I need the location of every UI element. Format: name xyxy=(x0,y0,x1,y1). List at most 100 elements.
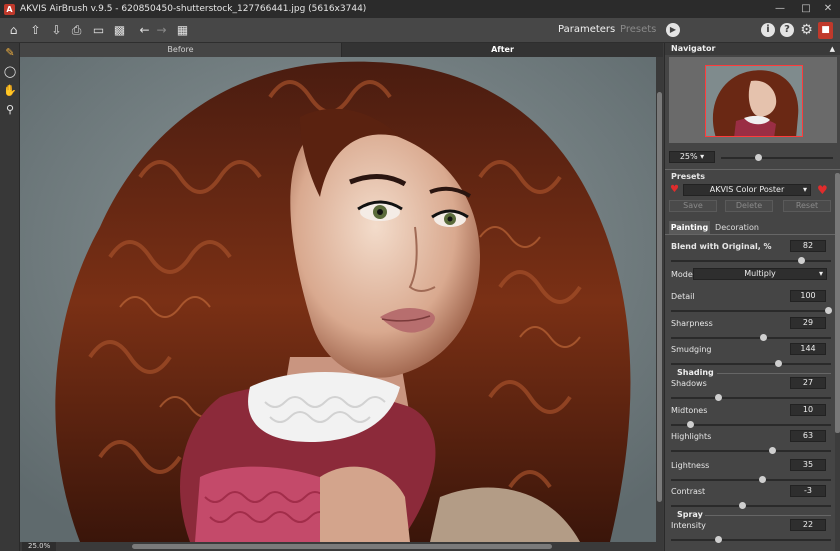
close-button[interactable]: ✕ xyxy=(816,0,840,18)
contrast-value-field[interactable]: -3 xyxy=(790,485,826,497)
minimize-button[interactable]: — xyxy=(768,0,792,18)
tab-painting[interactable]: Painting xyxy=(669,221,710,234)
slider-knob[interactable] xyxy=(715,394,722,401)
slider-knob[interactable] xyxy=(798,257,805,264)
divider xyxy=(665,234,835,235)
smudging-value-field[interactable]: 144 xyxy=(790,343,826,355)
canvas-horizontal-scrollbar[interactable] xyxy=(20,542,663,551)
lightness-slider[interactable] xyxy=(671,476,831,483)
panel-scrollbar[interactable] xyxy=(835,173,840,551)
sharpness-value-field[interactable]: 29 xyxy=(790,317,826,329)
detail-slider[interactable] xyxy=(671,307,832,314)
delete-preset-button[interactable]: Delete xyxy=(725,200,773,212)
print-icon[interactable]: ⎙ xyxy=(68,22,85,39)
intensity-value-field[interactable]: 22 xyxy=(790,519,826,531)
zoom-status: 25.0% xyxy=(22,542,57,551)
window-title: AKVIS AirBrush v.9.5 - 620850450-shutter… xyxy=(20,4,367,14)
slider-knob[interactable] xyxy=(715,536,722,543)
slider-knob[interactable] xyxy=(759,476,766,483)
navigator-viewport[interactable] xyxy=(705,65,803,137)
highlights-label: Highlights xyxy=(671,432,712,441)
favorite-heart-icon[interactable]: ♥ xyxy=(670,184,679,196)
undo-icon[interactable]: ← xyxy=(136,22,153,39)
chevron-down-icon: ▾ xyxy=(818,269,823,278)
navigator-thumbnail xyxy=(706,66,802,136)
smudging-slider[interactable] xyxy=(671,360,831,367)
save-icon[interactable]: ⇩ xyxy=(48,22,65,39)
maximize-button[interactable]: □ xyxy=(794,0,818,18)
detail-value-field[interactable]: 100 xyxy=(790,290,826,302)
sharpness-label: Sharpness xyxy=(671,319,713,328)
mode-select[interactable]: Multiply ▾ xyxy=(693,268,827,280)
highlights-value-field[interactable]: 63 xyxy=(790,430,826,442)
midtones-slider[interactable] xyxy=(671,421,831,428)
reset-preset-button[interactable]: Reset xyxy=(783,200,831,212)
portrait-image xyxy=(20,57,656,542)
zoom-tool-icon[interactable]: ⚲ xyxy=(3,103,17,117)
add-favorite-heart-icon[interactable]: ♥ xyxy=(817,184,828,196)
scroll-thumb[interactable] xyxy=(835,173,840,433)
contrast-slider[interactable] xyxy=(671,502,831,509)
parameters-tab[interactable]: Parameters xyxy=(558,24,615,35)
shadows-label: Shadows xyxy=(671,379,707,388)
navigator-zoom-slider[interactable] xyxy=(721,154,833,161)
slider-knob[interactable] xyxy=(755,154,762,161)
shading-title: Shading xyxy=(677,368,714,377)
midtones-label: Midtones xyxy=(671,406,708,415)
navigator-preview[interactable] xyxy=(669,57,837,143)
notifications-icon[interactable]: ■ xyxy=(818,22,833,39)
tab-decoration[interactable]: Decoration xyxy=(713,221,761,234)
eraser-tool-icon[interactable]: ◯ xyxy=(3,65,17,79)
presets-tab[interactable]: Presets xyxy=(620,24,656,35)
plugins-icon[interactable]: ▦ xyxy=(174,22,191,39)
slider-knob[interactable] xyxy=(769,447,776,454)
navigator-header: Navigator ▲ xyxy=(665,43,840,55)
mode-label: Mode: xyxy=(671,270,696,279)
blend-value-field[interactable]: 82 xyxy=(790,240,826,252)
preset-select[interactable]: AKVIS Color Poster ▾ xyxy=(683,184,811,196)
navigator-zoom-value: 25% xyxy=(679,152,698,161)
presets-title: Presets xyxy=(671,172,706,181)
tab-after[interactable]: After xyxy=(342,43,663,57)
open-icon[interactable]: ⇧ xyxy=(27,22,44,39)
slider-knob[interactable] xyxy=(739,502,746,509)
blend-slider[interactable] xyxy=(671,257,831,264)
slider-knob[interactable] xyxy=(825,307,832,314)
airbrush-tool-icon[interactable]: ✎ xyxy=(3,46,17,60)
save-preset-button[interactable]: Save xyxy=(669,200,717,212)
smudging-label: Smudging xyxy=(671,345,712,354)
divider xyxy=(717,373,831,374)
sharpness-slider[interactable] xyxy=(671,334,831,341)
batch-icon[interactable]: ▩ xyxy=(111,22,128,39)
detail-label: Detail xyxy=(671,292,695,301)
run-icon[interactable]: ▶ xyxy=(666,23,680,37)
collapse-icon[interactable]: ▲ xyxy=(830,43,835,55)
slider-knob[interactable] xyxy=(760,334,767,341)
app-logo-icon: A xyxy=(4,3,15,15)
main-toolbar: ⌂ ⇧ ⇩ ⎙ ▭ ▩ ← → ▦ Parameters Presets ▶ i… xyxy=(0,18,840,43)
midtones-value-field[interactable]: 10 xyxy=(790,404,826,416)
info-icon[interactable]: i xyxy=(761,23,775,37)
help-icon[interactable]: ? xyxy=(780,23,794,37)
scroll-thumb[interactable] xyxy=(657,92,662,502)
navigator-title: Navigator xyxy=(671,44,716,53)
view-tabs: Before After xyxy=(20,43,663,57)
canvas-vertical-scrollbar[interactable] xyxy=(656,57,663,542)
navigator-zoom-select[interactable]: 25% ▾ xyxy=(669,151,715,163)
home-icon[interactable]: ⌂ xyxy=(5,22,22,39)
share-icon[interactable]: ▭ xyxy=(90,22,107,39)
settings-gear-icon[interactable]: ⚙ xyxy=(798,22,815,39)
tab-before[interactable]: Before xyxy=(20,43,342,57)
preset-selected-value: AKVIS Color Poster xyxy=(709,185,785,194)
lightness-value-field[interactable]: 35 xyxy=(790,459,826,471)
scroll-thumb[interactable] xyxy=(132,544,552,549)
slider-knob[interactable] xyxy=(687,421,694,428)
image-canvas[interactable] xyxy=(20,57,656,542)
shadows-slider[interactable] xyxy=(671,394,831,401)
hand-tool-icon[interactable]: ✋ xyxy=(3,84,17,98)
shadows-value-field[interactable]: 27 xyxy=(790,377,826,389)
intensity-slider[interactable] xyxy=(671,536,831,543)
highlights-slider[interactable] xyxy=(671,447,831,454)
slider-knob[interactable] xyxy=(775,360,782,367)
redo-icon[interactable]: → xyxy=(153,22,170,39)
